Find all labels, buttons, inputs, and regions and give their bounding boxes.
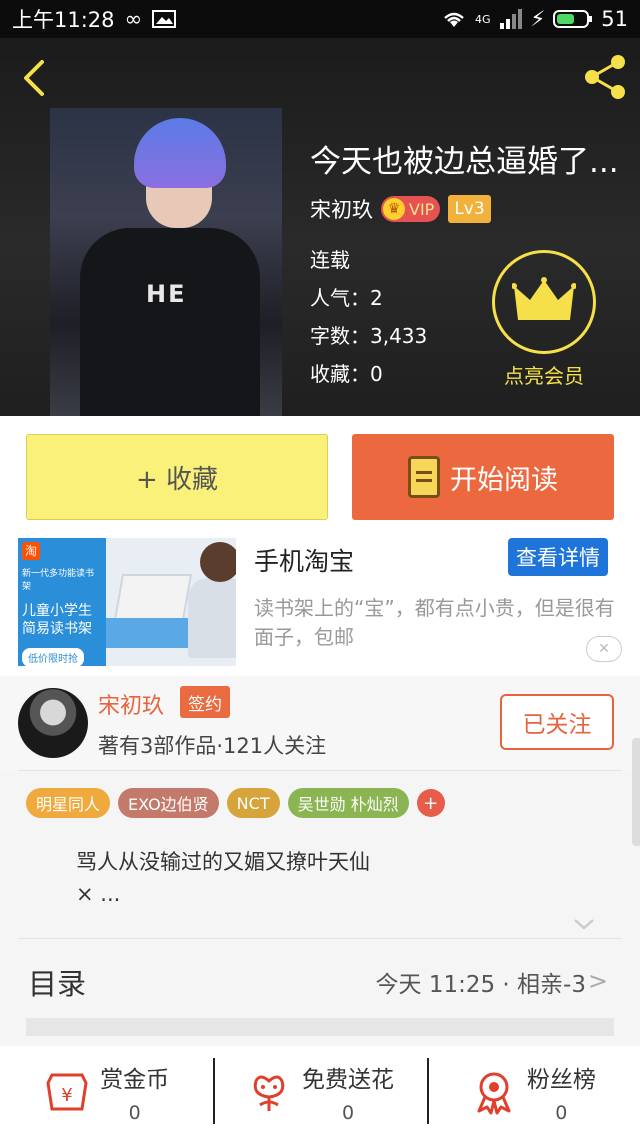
medal-icon [471,1069,517,1115]
status-time: 上午11:28 [12,8,115,32]
chevron-right-icon: > [587,967,608,995]
battery-level: 51 [601,7,628,31]
level-badge: Lv3 [448,195,491,223]
ad-kid-head [200,542,236,582]
free-flower-button[interactable]: 免费送花 0 [213,1046,426,1138]
favorite-label: + 收藏 [135,464,219,495]
reward-coin-button[interactable]: ¥ 赏金币 0 [0,1046,213,1138]
cover-figure-hair [134,118,226,188]
coin-envelope-icon: ¥ [44,1069,90,1115]
share-icon [585,55,625,99]
chevron-down-icon [574,919,594,930]
share-button[interactable] [580,52,630,102]
taobao-logo: 淘 [22,542,40,560]
book-icon [408,456,440,498]
catalog-row[interactable]: 目录 今天 11:25 · 相亲-3 > [0,939,640,1019]
ad-detail-button[interactable]: 查看详情 [508,538,608,576]
author-card-name[interactable]: 宋初玖 [98,688,164,720]
add-tag-button[interactable]: + [416,789,445,817]
ad-image[interactable]: 淘 新一代多功能读书架 儿童小学生简易读书架 低价限时抢 [18,538,236,666]
ad-close-button[interactable]: ✕ [586,636,622,662]
image-icon [152,10,177,28]
free-flower-value: 0 [341,1102,355,1124]
catalog-title: 目录 [28,967,87,1001]
stats-bar: ¥ 赏金币 0 免费送花 0 粉丝榜 0 [0,1046,640,1138]
scrollbar[interactable] [632,738,640,846]
tag-item[interactable]: 吴世勋 朴灿烈 [287,788,409,818]
fan-ranking-label: 粉丝榜 [526,1067,596,1093]
book-intro[interactable]: 骂人从没输过的又媚又撩叶天仙 × ... [76,846,596,910]
tag-item[interactable]: EXO边伯贤 [118,788,219,818]
sign-badge: 签约 [180,686,230,718]
svg-text:¥: ¥ [61,1085,72,1106]
ad-description: 读书架上的“宝”，都有点小贵，但是很有面子，包邮 [254,596,615,649]
catalog-latest-chapter: 今天 11:25 · 相亲-3 [375,972,586,998]
action-bar: + 收藏 开始阅读 [0,416,640,534]
infinity-icon: ∞ [124,7,143,31]
flower-icon [246,1069,292,1115]
ad-bookrack [113,574,193,620]
member-label: 点亮会员 [504,364,584,388]
reward-coin-value: 0 [128,1102,141,1124]
divider [18,770,622,771]
ad-kid-body [188,578,236,658]
book-title: 今天也被边总逼婚了... [310,144,619,180]
wifi-icon [444,12,464,27]
network-label: 4G [474,12,491,26]
ad-image-tagline: 新一代多功能读书架 [22,569,95,592]
book-popularity: 人气：2 [310,286,383,310]
book-cover[interactable]: HE [50,108,282,416]
vip-badge: ♛ VIP [381,196,441,222]
avatar[interactable] [18,688,88,758]
start-reading-button[interactable]: 开始阅读 [352,434,614,520]
expand-intro-button[interactable] [572,912,596,936]
fan-ranking-value: 0 [555,1102,568,1124]
signal-icon [499,9,522,29]
author-name[interactable]: 宋初玖 [310,194,373,224]
tag-item[interactable]: NCT [226,788,280,818]
battery-icon [553,10,593,28]
fan-ranking-button[interactable]: 粉丝榜 0 [426,1046,640,1138]
separator-bar [26,1018,614,1036]
follow-button[interactable]: 已关注 [500,694,614,750]
author-card: 宋初玖 签约 著有3部作品·121人关注 已关注 [0,676,640,770]
ad-title: 手机淘宝 [254,547,355,576]
author-row: 宋初玖 ♛ VIP Lv3 [310,194,491,224]
ad-image-panel: 淘 新一代多功能读书架 儿童小学生简易读书架 低价限时抢 [18,538,106,666]
free-flower-label: 免费送花 [301,1067,394,1093]
ad-image-headline: 儿童小学生简易读书架 [22,603,92,637]
vip-label: VIP [409,199,435,219]
charging-icon: ⚡ [530,7,546,31]
tag-item[interactable]: 明星同人 [26,788,111,818]
status-bar: 上午11:28 ∞ 4G ⚡ 51 [0,0,640,38]
crown-icon: ♛ [383,198,405,220]
back-arrow-icon [24,60,44,96]
book-favorites: 收藏：0 [310,362,383,386]
favorite-button[interactable]: + 收藏 [26,434,328,520]
author-works-info: 著有3部作品·121人关注 [98,734,327,758]
book-header: HE 今天也被边总逼婚了... 宋初玖 ♛ VIP Lv3 连载 人气：2 字数… [0,38,640,416]
tag-list: 明星同人 EXO边伯贤 NCT 吴世勋 朴灿烈 + [26,788,445,818]
book-word-count: 字数：3,433 [310,324,428,348]
close-icon: ✕ [598,641,610,657]
cover-figure-body [80,228,260,416]
reward-coin-label: 赏金币 [100,1067,170,1093]
cover-shirt-text: HE [146,280,187,308]
ad-image-pill: 低价限时抢 [22,648,84,666]
back-button[interactable] [14,56,54,100]
member-circle [492,250,596,354]
crown-icon [512,277,576,320]
member-button[interactable]: 点亮会员 [492,250,596,389]
start-reading-label: 开始阅读 [450,464,558,496]
book-status: 连载 [310,248,350,272]
ad-banner[interactable]: 淘 新一代多功能读书架 儿童小学生简易读书架 低价限时抢 手机淘宝 查看详情 读… [0,534,640,676]
